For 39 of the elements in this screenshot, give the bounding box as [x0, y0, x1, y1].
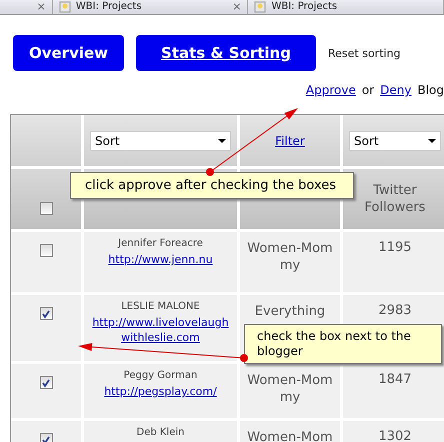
follower-count: 1195 [378, 240, 412, 255]
or-label: or [362, 83, 374, 97]
category-text: Women-Mommy [246, 372, 334, 406]
callout-note: click approve after checking the boxes [70, 172, 354, 199]
blog-label: Blog [417, 83, 444, 97]
category-text: Women-Mommy [246, 240, 334, 274]
blogger-name: Peggy Gorman [124, 370, 198, 381]
checkbox[interactable] [40, 376, 52, 389]
blogger-name: Deb Klein [136, 427, 184, 438]
close-icon[interactable]: × [36, 1, 46, 13]
blog-url-link[interactable]: http://www.jenn.nu [108, 252, 213, 267]
blogger-name: LESLIE MALONE [121, 301, 200, 312]
column-heading: Twitter Followers [364, 182, 426, 216]
caret-icon [218, 138, 226, 142]
follower-count: 2983 [378, 303, 412, 318]
callout-note: check the box next to the blogger [244, 324, 442, 364]
category-text: Everything [254, 303, 326, 320]
filter-link[interactable]: Filter [275, 134, 305, 148]
header-cell [11, 115, 81, 166]
tab-title[interactable]: WBI: Projects [271, 1, 438, 13]
sort-dropdown[interactable]: Sort [90, 130, 231, 150]
checkbox[interactable] [40, 244, 52, 257]
blog-url-link[interactable]: http://www.livelovelaughwithleslie.com [90, 315, 231, 345]
category-text: Women-Mom [247, 429, 333, 442]
caret-icon [428, 138, 436, 142]
sort-dropdown[interactable]: Sort [349, 130, 441, 150]
blog-url-link[interactable]: http://pegsplay.com/ [104, 384, 217, 399]
approve-link[interactable]: Approve [306, 83, 356, 97]
follower-count: 1847 [378, 372, 412, 387]
follower-count: 1302 [378, 429, 412, 442]
nav-button[interactable]: Overview [13, 35, 124, 71]
checkbox[interactable] [40, 307, 52, 320]
blogger-name: Jennifer Foreacre [118, 238, 203, 249]
close-icon[interactable]: × [232, 1, 242, 13]
nav-button[interactable]: Stats & Sorting [136, 35, 316, 71]
checkbox[interactable] [40, 202, 52, 215]
deny-link[interactable]: Deny [380, 83, 412, 97]
tab-title[interactable]: WBI: Projects [76, 1, 228, 13]
reset-sorting-link[interactable]: Reset sorting [328, 46, 401, 60]
